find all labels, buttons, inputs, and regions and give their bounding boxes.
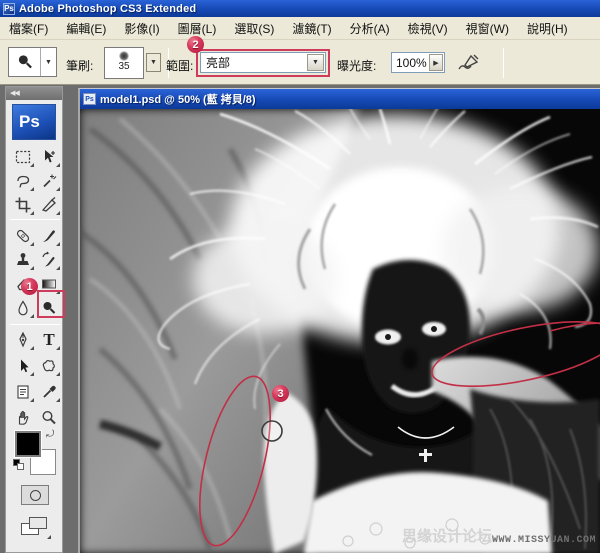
spot-healing-brush-icon [14, 227, 32, 245]
tool-hand[interactable] [10, 406, 36, 430]
menu-view[interactable]: 檢視(V) [399, 17, 457, 40]
inverted-model-photo: 思缘设计论坛 WWW.MISSYUAN.COM [80, 109, 600, 553]
photoshop-window: Ps Adobe Photoshop CS3 Extended 檔案(F) 編輯… [0, 0, 600, 553]
screen-mode-button[interactable] [19, 515, 51, 539]
tool-rectangular-marquee[interactable] [10, 145, 36, 169]
brush-preview-icon [119, 51, 129, 61]
tool-crop[interactable] [10, 193, 36, 217]
tool-move[interactable] [36, 145, 62, 169]
tool-blur[interactable] [10, 296, 36, 320]
step1-highlight-box [37, 290, 65, 318]
document-canvas[interactable]: 思缘设计论坛 WWW.MISSYUAN.COM 3 [80, 109, 600, 553]
magic-wand-icon [40, 172, 58, 190]
pen-icon [14, 331, 32, 349]
menu-filter[interactable]: 濾鏡(T) [283, 17, 340, 40]
hand-icon [14, 409, 32, 427]
tool-history-brush[interactable] [36, 248, 62, 272]
slice-icon [40, 196, 58, 214]
tool-lasso[interactable] [10, 169, 36, 193]
exposure-label: 曝光度: [337, 57, 376, 74]
tool-type[interactable]: T [36, 328, 62, 352]
custom-shape-icon [40, 357, 58, 375]
tools-panel: ◀◀ Ps [5, 86, 63, 553]
menu-analysis[interactable]: 分析(A) [341, 17, 399, 40]
exposure-value: 100% [392, 56, 429, 70]
rectangular-marquee-icon [14, 148, 32, 166]
brush-dropdown-arrow[interactable]: ▼ [146, 53, 161, 72]
range-label: 範圍: [166, 57, 193, 74]
history-brush-icon [40, 251, 58, 269]
panel-collapse-header[interactable]: ◀◀ [6, 87, 62, 100]
lasso-icon [14, 172, 32, 190]
chevron-down-icon: ▼ [41, 48, 56, 76]
path-selection-icon [14, 357, 32, 375]
step1-badge: 1 [21, 278, 38, 295]
watermark-cn: 思缘设计论坛 [402, 527, 492, 545]
notes-icon [14, 383, 32, 401]
menu-window[interactable]: 視窗(W) [457, 17, 518, 40]
brush-icon [40, 227, 58, 245]
document-window: Ps model1.psd @ 50% (藍 拷貝/8) [78, 88, 600, 553]
tool-notes[interactable] [10, 380, 36, 404]
tool-group-separator [10, 324, 60, 325]
type-tool-icon: T [43, 330, 54, 350]
quick-mask-icon [30, 490, 41, 501]
tool-brush[interactable] [36, 224, 62, 248]
app-title-bar: Ps Adobe Photoshop CS3 Extended [0, 0, 600, 17]
range-selected-value: 亮部 [201, 54, 307, 71]
tool-zoom[interactable] [36, 406, 62, 430]
crop-icon [14, 196, 32, 214]
menu-help[interactable]: 說明(H) [518, 17, 577, 40]
tool-preset-picker[interactable]: ▼ [8, 47, 57, 77]
app-title: Adobe Photoshop CS3 Extended [19, 3, 196, 15]
step2-badge: 2 [187, 36, 204, 53]
menu-bar: 檔案(F) 編輯(E) 影像(I) 圖層(L) 選取(S) 濾鏡(T) 分析(A… [0, 17, 600, 40]
photoshop-app-icon: Ps [3, 3, 15, 15]
brush-label: 筆刷: [66, 57, 93, 74]
step3-badge: 3 [272, 385, 289, 402]
quick-mask-button[interactable] [21, 485, 49, 505]
tool-custom-shape[interactable] [36, 354, 62, 378]
tool-path-selection[interactable] [10, 354, 36, 378]
chevron-down-icon[interactable]: ▼ [307, 54, 324, 71]
zoom-icon [40, 409, 58, 427]
tool-spot-healing-brush[interactable] [10, 224, 36, 248]
exposure-slider-arrow[interactable]: ▶ [429, 54, 443, 71]
watermark-en: WWW.MISSYUAN.COM [492, 535, 596, 546]
tool-slice[interactable] [36, 193, 62, 217]
tool-group-separator [10, 219, 60, 220]
airbrush-icon [457, 53, 481, 73]
menu-file[interactable]: 檔案(F) [0, 17, 57, 40]
brush-preset-picker[interactable]: 35 [104, 47, 144, 79]
swap-colors-icon[interactable]: ⤾ [46, 429, 54, 440]
default-colors-icon[interactable] [13, 459, 25, 471]
document-title-bar[interactable]: Ps model1.psd @ 50% (藍 拷貝/8) [80, 89, 600, 109]
menu-edit[interactable]: 編輯(E) [57, 17, 115, 40]
menu-image[interactable]: 影像(I) [115, 17, 168, 40]
menu-select[interactable]: 選取(S) [225, 17, 283, 40]
tool-magic-wand[interactable] [36, 169, 62, 193]
tool-options-bar: ▼ 筆刷: 35 ▼ 範圍: 亮部 ▼ 曝光度: 100% ▶ [0, 40, 600, 85]
eyedropper-icon [40, 383, 58, 401]
document-file-icon: Ps [83, 93, 96, 105]
ps-logo: Ps [12, 104, 56, 140]
brush-size-value: 35 [105, 61, 143, 72]
exposure-input[interactable]: 100% ▶ [391, 52, 445, 73]
tool-clone-stamp[interactable] [10, 248, 36, 272]
airbrush-toggle-button[interactable] [455, 50, 483, 75]
clone-stamp-icon [14, 251, 32, 269]
blur-icon [14, 299, 32, 317]
brush-cursor [262, 421, 282, 441]
tool-eyedropper[interactable] [36, 380, 62, 404]
options-separator [503, 48, 504, 78]
dodge-tool-icon [15, 52, 35, 72]
document-title: model1.psd @ 50% (藍 拷貝/8) [100, 91, 256, 107]
foreground-color-swatch[interactable] [15, 431, 41, 457]
tool-pen[interactable] [10, 328, 36, 352]
move-icon [40, 148, 58, 166]
range-select[interactable]: 亮部 ▼ [200, 52, 326, 73]
